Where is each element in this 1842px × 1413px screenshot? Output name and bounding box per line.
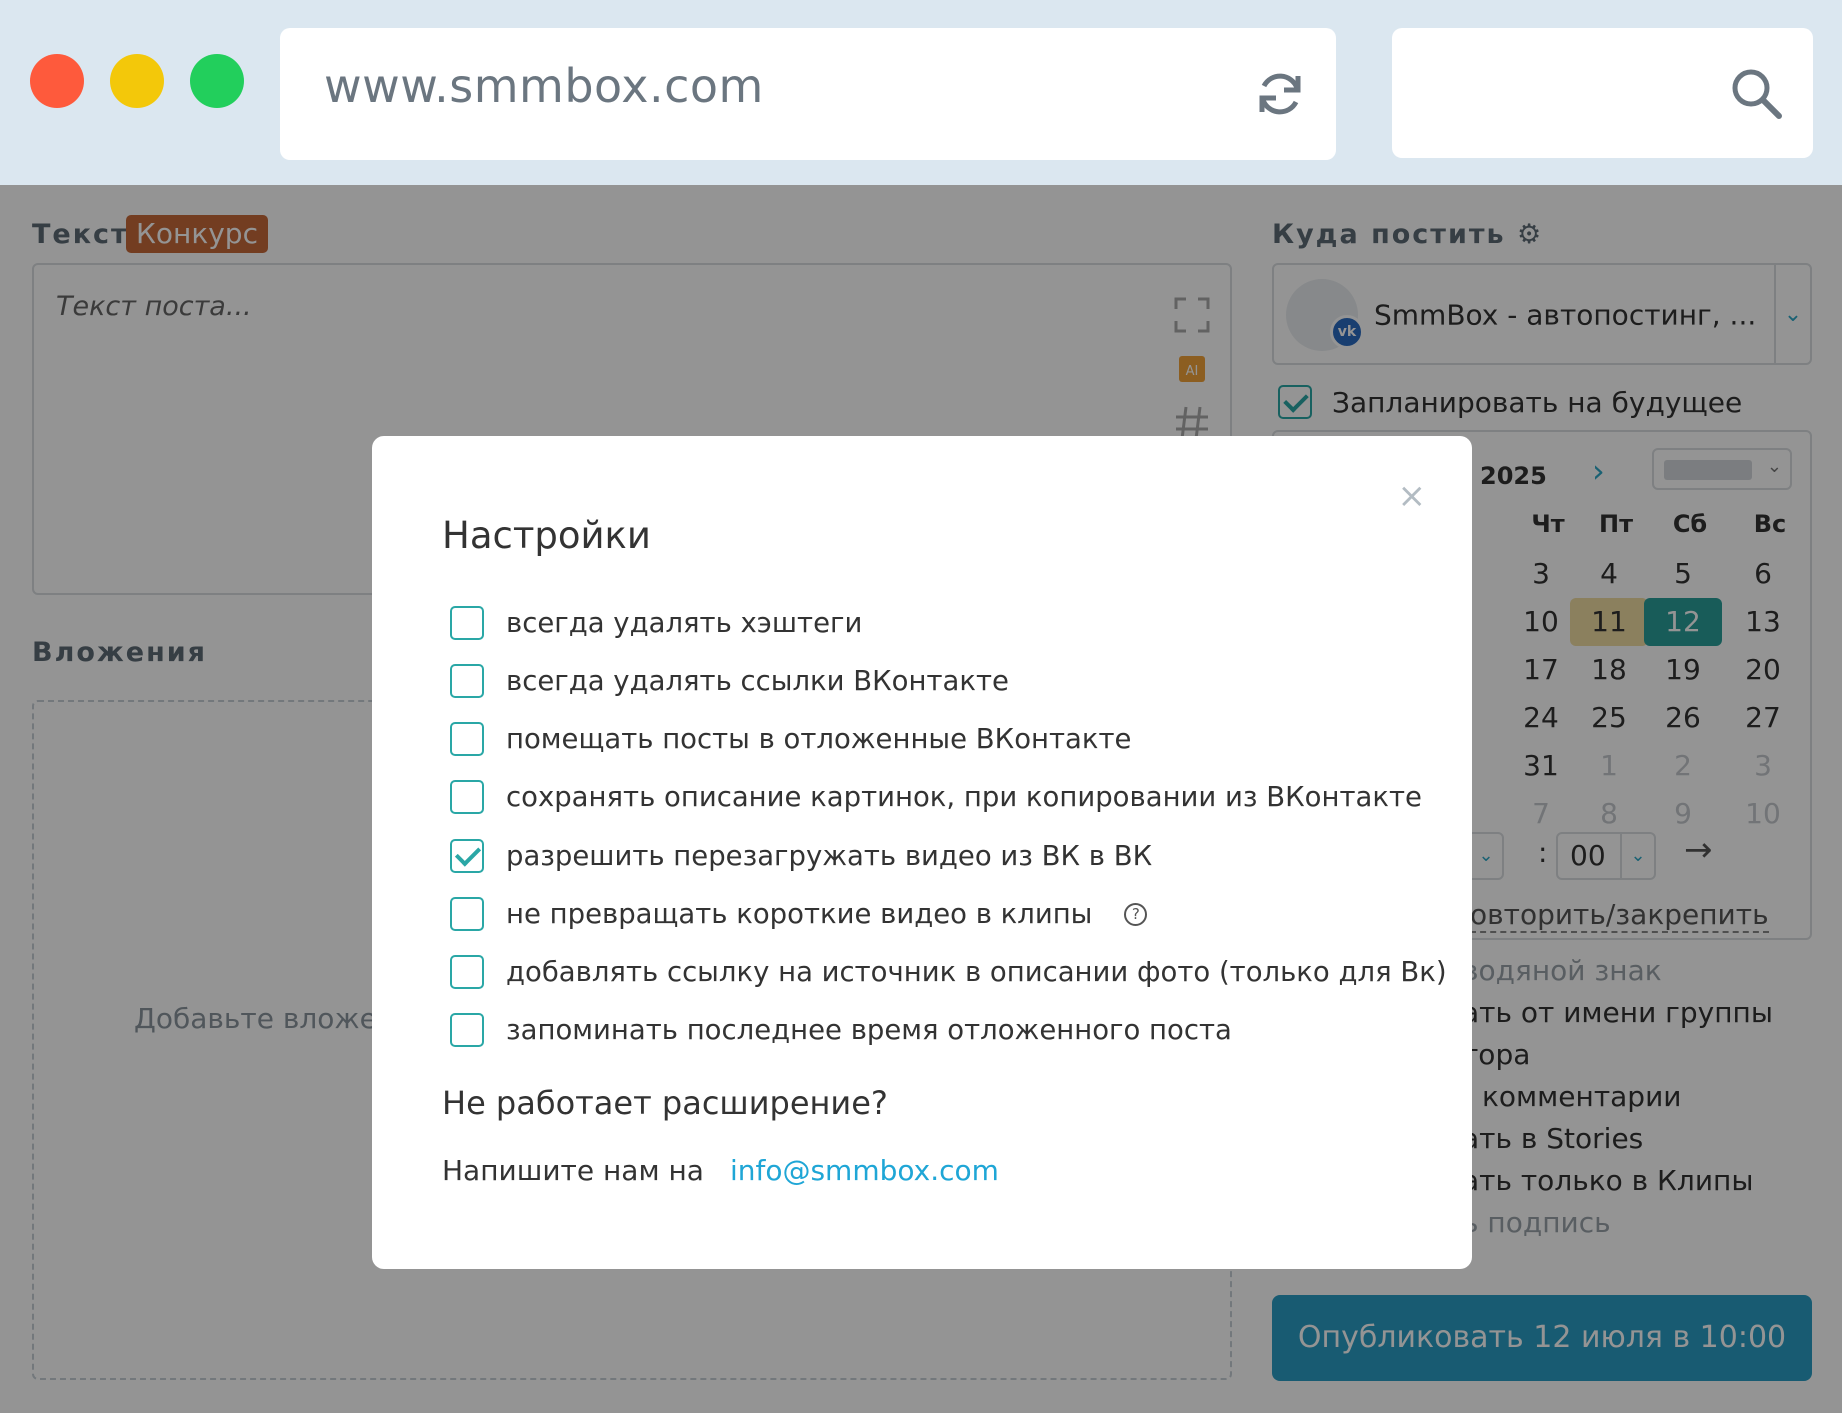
setting-row[interactable]: всегда удалять ссылки ВКонтакте	[450, 664, 1009, 698]
setting-label: добавлять ссылку на источник в описании …	[506, 956, 1447, 988]
reload-icon[interactable]	[1252, 66, 1308, 122]
contact-email-link[interactable]: info@smmbox.com	[730, 1154, 999, 1187]
setting-checkbox[interactable]	[450, 722, 484, 756]
url-text: www.smmbox.com	[324, 59, 764, 113]
problem-heading: Не работает расширение?	[442, 1084, 888, 1122]
setting-row[interactable]: добавлять ссылку на источник в описании …	[450, 955, 1447, 989]
setting-row[interactable]: не превращать короткие видео в клипы?	[450, 897, 1148, 931]
search-icon[interactable]	[1729, 66, 1785, 122]
setting-checkbox[interactable]	[450, 839, 484, 873]
setting-row[interactable]: разрешить перезагружать видео из ВК в ВК	[450, 839, 1152, 873]
setting-label: не превращать короткие видео в клипы	[506, 898, 1093, 930]
browser-search-box[interactable]	[1392, 28, 1813, 158]
minimize-window-button[interactable]	[110, 54, 164, 108]
setting-label: разрешить перезагружать видео из ВК в ВК	[506, 840, 1153, 872]
browser-toolbar: www.smmbox.com	[0, 0, 1842, 185]
setting-label: сохранять описание картинок, при копиров…	[506, 781, 1422, 813]
setting-row[interactable]: помещать посты в отложенные ВКонтакте	[450, 722, 1131, 756]
help-icon[interactable]: ?	[1124, 902, 1148, 926]
settings-dialog: × Настройки всегда удалять хэштеги всегда…	[372, 436, 1472, 1269]
close-window-button[interactable]	[30, 54, 84, 108]
setting-checkbox[interactable]	[450, 780, 484, 814]
setting-row[interactable]: сохранять описание картинок, при копиров…	[450, 780, 1422, 814]
setting-label: запоминать последнее время отложенного п…	[506, 1014, 1232, 1046]
setting-row[interactable]: всегда удалять хэштеги	[450, 606, 862, 640]
contact-text: Напишите нам на	[442, 1154, 704, 1187]
maximize-window-button[interactable]	[190, 54, 244, 108]
setting-checkbox[interactable]	[450, 897, 484, 931]
setting-checkbox[interactable]	[450, 1013, 484, 1047]
setting-label: помещать посты в отложенные ВКонтакте	[506, 723, 1132, 755]
dialog-title: Настройки	[442, 514, 651, 557]
setting-checkbox[interactable]	[450, 955, 484, 989]
contact-line: Напишите нам на info@smmbox.com	[442, 1154, 999, 1187]
setting-label: всегда удалять хэштеги	[506, 607, 863, 639]
setting-row[interactable]: запоминать последнее время отложенного п…	[450, 1013, 1232, 1047]
setting-checkbox[interactable]	[450, 664, 484, 698]
setting-checkbox[interactable]	[450, 606, 484, 640]
address-bar[interactable]: www.smmbox.com	[280, 28, 1336, 160]
close-icon[interactable]: ×	[1398, 476, 1427, 516]
setting-label: всегда удалять ссылки ВКонтакте	[506, 665, 1009, 697]
